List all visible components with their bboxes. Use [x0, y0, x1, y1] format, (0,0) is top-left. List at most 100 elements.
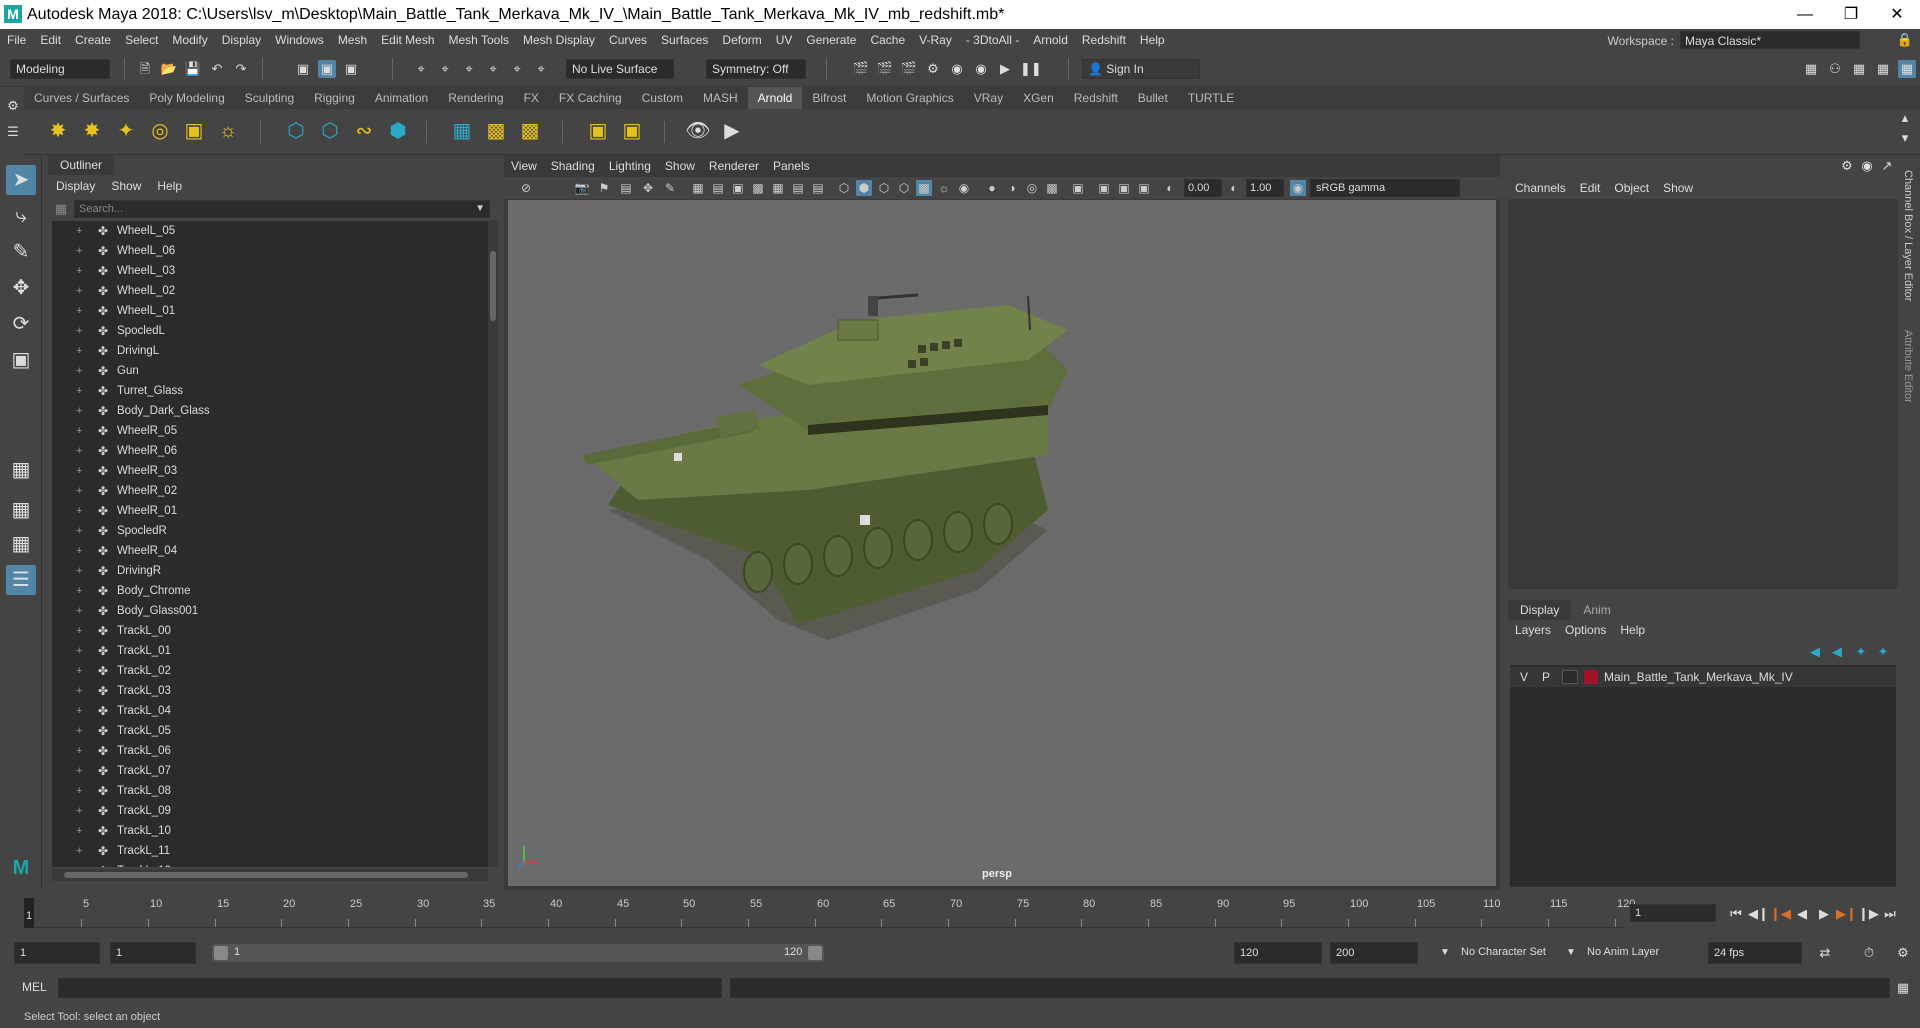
- expand-icon[interactable]: +: [76, 501, 82, 521]
- open-scene-icon[interactable]: 📂: [160, 60, 178, 78]
- shelf-tab-curves-surfaces[interactable]: Curves / Surfaces: [24, 87, 139, 109]
- outliner-item[interactable]: + ✤ DrivingR: [52, 561, 488, 581]
- expand-icon[interactable]: +: [76, 481, 82, 501]
- channel-box-side-tab[interactable]: Channel Box / Layer Editor: [1902, 170, 1914, 301]
- shadows-icon[interactable]: ☼: [936, 180, 952, 196]
- gamma-icon[interactable]: ◐: [1226, 180, 1242, 196]
- shelf-tab-custom[interactable]: Custom: [632, 87, 693, 109]
- workspace-dropdown[interactable]: Maya Classic*: [1680, 31, 1860, 49]
- select-object-icon[interactable]: ▣: [318, 60, 336, 78]
- expand-icon[interactable]: +: [76, 321, 82, 341]
- anim-layer-dropdown[interactable]: No Anim Layer: [1582, 942, 1682, 964]
- expand-icon[interactable]: +: [76, 681, 82, 701]
- gate-mask-icon[interactable]: ▩: [750, 180, 766, 196]
- filter-icon[interactable]: ▦: [52, 200, 70, 218]
- playblast-icon[interactable]: ▶: [718, 117, 746, 145]
- menu-cache[interactable]: Cache: [863, 29, 912, 51]
- expand-icon[interactable]: +: [76, 621, 82, 641]
- grease-pencil-icon[interactable]: ✎: [662, 180, 678, 196]
- expand-icon[interactable]: +: [76, 261, 82, 281]
- export-standin-icon[interactable]: ⬡: [316, 117, 344, 145]
- create-standin-icon[interactable]: ⬡: [282, 117, 310, 145]
- step-back-key-icon[interactable]: ❙◀: [1770, 904, 1791, 924]
- menu-edit-mesh[interactable]: Edit Mesh: [374, 29, 441, 51]
- render-view-shelf-icon[interactable]: ▦: [448, 117, 476, 145]
- paint-select-tool-icon[interactable]: ✎: [6, 237, 36, 267]
- outliner-item[interactable]: + ✤ WheelR_01: [52, 501, 488, 521]
- lasso-tool-icon[interactable]: ⤷: [6, 201, 36, 231]
- menu-vray[interactable]: V-Ray: [912, 29, 959, 51]
- select-hierarchy-icon[interactable]: ▣: [294, 60, 312, 78]
- outliner-item[interactable]: + ✤ DrivingL: [52, 341, 488, 361]
- render-view-icon[interactable]: 🎬: [876, 60, 894, 78]
- expand-icon[interactable]: +: [76, 821, 82, 841]
- menu-windows[interactable]: Windows: [268, 29, 331, 51]
- channel-box-pin-icon[interactable]: ◉: [1858, 157, 1876, 175]
- outliner-layout-icon[interactable]: ☰: [6, 565, 36, 595]
- shelf-tab-sculpting[interactable]: Sculpting: [235, 87, 304, 109]
- anim-layer-chevron-icon[interactable]: ▼: [1562, 944, 1580, 962]
- play-forwards-icon[interactable]: ▶: [1814, 904, 1834, 924]
- layer-color-swatch[interactable]: [1584, 670, 1598, 684]
- move-layer-down-icon[interactable]: ◀: [1828, 643, 1846, 661]
- expand-icon[interactable]: +: [76, 221, 82, 241]
- shelf-tab-vray[interactable]: VRay: [964, 87, 1013, 109]
- new-scene-icon[interactable]: 🗎: [136, 60, 154, 78]
- outliner-item[interactable]: + ✤ TrackL_03: [52, 681, 488, 701]
- outliner-menu-help[interactable]: Help: [149, 175, 190, 197]
- animation-start-field[interactable]: 1: [14, 942, 100, 964]
- expand-icon[interactable]: +: [76, 541, 82, 561]
- snap-curve-icon[interactable]: ⌖: [436, 60, 454, 78]
- outliner-item[interactable]: + ✤ WheelR_04: [52, 541, 488, 561]
- shelf-tab-animation[interactable]: Animation: [365, 87, 438, 109]
- gamma-field[interactable]: 1.00: [1246, 179, 1284, 197]
- expand-icon[interactable]: +: [76, 421, 82, 441]
- outliner-item[interactable]: + ✤ Turret_Glass: [52, 381, 488, 401]
- channel-menu-object[interactable]: Object: [1607, 177, 1656, 199]
- play-backwards-icon[interactable]: ◀: [1792, 904, 1812, 924]
- menu-uv[interactable]: UV: [769, 29, 800, 51]
- expand-icon[interactable]: +: [76, 301, 82, 321]
- ambient-occlusion-icon[interactable]: ◉: [956, 180, 972, 196]
- ipr-render-icon[interactable]: 🎬: [900, 60, 918, 78]
- expand-icon[interactable]: +: [76, 601, 82, 621]
- mel-label[interactable]: MEL: [22, 980, 47, 994]
- wireframe-icon[interactable]: ⬡: [836, 180, 852, 196]
- range-slider[interactable]: 1 120: [212, 944, 824, 962]
- expand-icon[interactable]: +: [76, 741, 82, 761]
- menu-create[interactable]: Create: [68, 29, 118, 51]
- expand-icon[interactable]: +: [76, 701, 82, 721]
- outliner-vertical-scrollbar[interactable]: [488, 221, 498, 867]
- snap-view-icon[interactable]: ⌖: [484, 60, 502, 78]
- camera-attributes-icon[interactable]: 📷: [574, 180, 590, 196]
- menu-mesh[interactable]: Mesh: [331, 29, 374, 51]
- bookmarks-icon[interactable]: ⚑: [596, 180, 612, 196]
- pause-render-icon[interactable]: ❚❚: [1020, 60, 1042, 78]
- outliner-item[interactable]: + ✤ TrackL_06: [52, 741, 488, 761]
- expand-icon[interactable]: +: [76, 361, 82, 381]
- outliner-item[interactable]: + ✤ TrackL_02: [52, 661, 488, 681]
- physical-sky-icon[interactable]: ☼: [214, 117, 242, 145]
- skydome-light-icon[interactable]: ◎: [146, 117, 174, 145]
- curve-collector-icon[interactable]: ∾: [350, 117, 378, 145]
- depth-of-field-icon[interactable]: ◎: [1024, 180, 1040, 196]
- menu-deform[interactable]: Deform: [715, 29, 768, 51]
- layer-menu-help[interactable]: Help: [1613, 620, 1652, 640]
- outliner-item[interactable]: + ✤ WheelL_03: [52, 261, 488, 281]
- go-to-start-icon[interactable]: ⏮: [1726, 904, 1746, 924]
- time-slider-track[interactable]: 1 5 10 15 20 25 30 35 40 45 50 55 60 65 70 75 80 85 90 95 1…: [24, 898, 1635, 928]
- menu-edit[interactable]: Edit: [33, 29, 68, 51]
- layer-tab-anim[interactable]: Anim: [1571, 600, 1622, 620]
- exposure-icon[interactable]: ◐: [1162, 180, 1178, 196]
- menu-arnold[interactable]: Arnold: [1026, 29, 1075, 51]
- script-editor-icon[interactable]: ▦: [1894, 979, 1912, 997]
- expand-icon[interactable]: +: [76, 561, 82, 581]
- outliner-item[interactable]: + ✤ TrackL_01: [52, 641, 488, 661]
- safe-title-icon[interactable]: ▤: [810, 180, 826, 196]
- current-frame-field[interactable]: 1: [1630, 904, 1716, 922]
- viewport-menu-renderer[interactable]: Renderer: [702, 155, 766, 177]
- shelf-tab-mash[interactable]: MASH: [693, 87, 748, 109]
- exposure-field[interactable]: 0.00: [1184, 179, 1222, 197]
- resolution-gate-icon[interactable]: ▣: [730, 180, 746, 196]
- hypershade-icon[interactable]: ◉: [972, 60, 990, 78]
